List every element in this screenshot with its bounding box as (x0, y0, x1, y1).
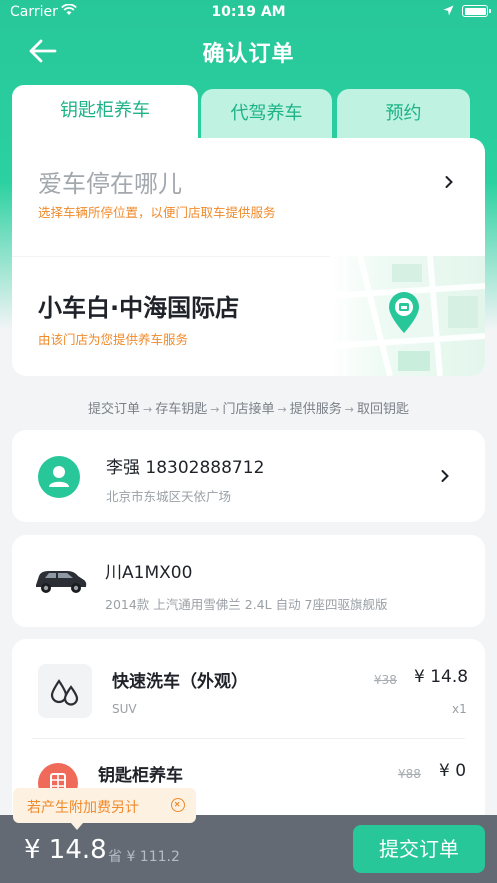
close-icon[interactable] (171, 798, 185, 812)
battery-icon (462, 5, 491, 17)
tab-key-locker-service[interactable]: 钥匙柜养车 (12, 85, 198, 145)
submit-order-button[interactable]: 提交订单 (353, 825, 485, 873)
arrow-icon: → (143, 403, 153, 416)
chevron-right-icon (441, 470, 449, 482)
car-plate: 川A1MX00 (105, 563, 193, 583)
store-name: 小车白·中海国际店 (38, 294, 240, 322)
tooltip-arrow (71, 823, 83, 830)
car-wash-icon (38, 664, 92, 718)
service-price: ¥ 14.8 (414, 667, 469, 687)
clock: 10:19 AM (211, 4, 286, 20)
contact-card[interactable]: 李强 18302888712 北京市东城区天依广场 (12, 430, 485, 522)
savings-amount: 省 ¥ 111.2 (108, 849, 180, 865)
tab-driver-service[interactable]: 代驾养车 (201, 89, 332, 141)
user-name-phone: 李强 18302888712 (106, 458, 265, 478)
store-pin-icon (389, 292, 419, 333)
arrow-icon: → (210, 403, 220, 416)
location-store-card: 爱车停在哪儿 选择车辆所停位置，以便门店取车提供服务 小车白·中海国际店 由该门… (12, 138, 485, 376)
arrow-icon: → (344, 403, 354, 416)
store-hint: 由该门店为您提供养车服务 (38, 332, 189, 347)
car-icon (36, 571, 87, 593)
process-steps: 提交订单 → 存车钥匙 → 门店接单 → 提供服务 → 取回钥匙 (0, 398, 497, 417)
service-original-price: ¥38 (374, 673, 397, 687)
divider (32, 738, 465, 739)
step-label: 取回钥匙 (356, 402, 409, 417)
tooltip-text: 若产生附加费另计 (27, 800, 139, 816)
step-label: 门店接单 (222, 402, 275, 417)
tab-reservation[interactable]: 预约 (337, 89, 470, 141)
parking-location-hint: 选择车辆所停位置，以便门店取车提供服务 (38, 205, 276, 220)
step-label: 提供服务 (289, 402, 342, 417)
parking-location-title: 爱车停在哪儿 (38, 170, 182, 198)
arrow-icon: → (277, 403, 287, 416)
extra-fee-tooltip: 若产生附加费另计 (13, 788, 196, 830)
service-quantity: x1 (452, 702, 467, 716)
location-arrow-icon (443, 5, 454, 16)
user-avatar-icon (38, 456, 80, 498)
car-model: 2014款 上汽通用雪佛兰 2.4L 自动 7座四驱旗舰版 (105, 597, 388, 612)
service-vehicle-type: SUV (112, 702, 137, 716)
vehicle-card[interactable]: 川A1MX00 2014款 上汽通用雪佛兰 2.4L 自动 7座四驱旗舰版 (12, 535, 485, 627)
service-name: 钥匙柜养车 (98, 766, 183, 786)
status-bar: Carrier 10:19 AM (0, 0, 497, 26)
step-label: 存车钥匙 (155, 402, 208, 417)
total-price: ¥ 14.8 (24, 835, 107, 865)
service-name: 快速洗车（外观） (112, 672, 248, 692)
user-address: 北京市东城区天依广场 (106, 489, 232, 504)
page-title: 确认订单 (202, 42, 295, 67)
service-price: ¥ 0 (439, 761, 467, 781)
chevron-right-icon (445, 176, 453, 188)
step-label: 提交订单 (88, 402, 141, 417)
service-original-price: ¥88 (398, 767, 421, 781)
